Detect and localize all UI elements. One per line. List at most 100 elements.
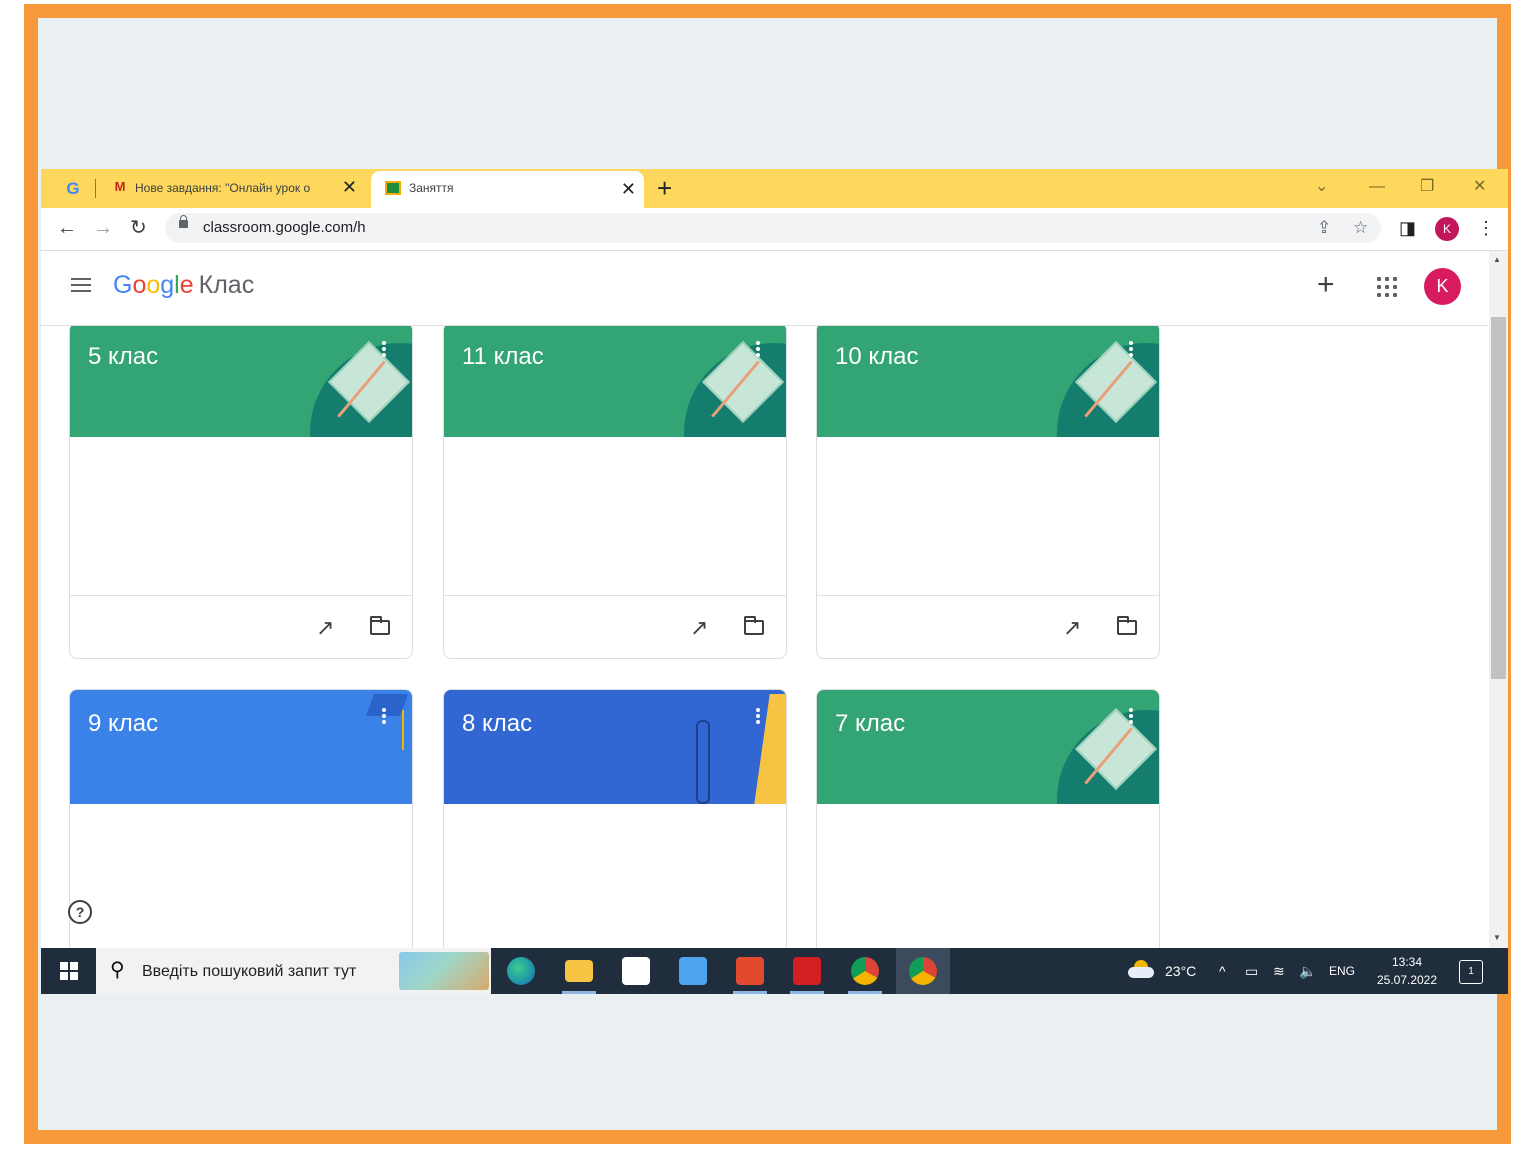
chrome-icon[interactable]	[851, 957, 879, 985]
class-name[interactable]: 9 клас	[88, 710, 158, 738]
restore-icon[interactable]: ❐	[1420, 175, 1434, 199]
file-explorer-icon[interactable]	[565, 960, 593, 982]
mail-icon[interactable]	[679, 957, 707, 985]
temperature[interactable]: 23°C	[1165, 963, 1196, 979]
battery-icon[interactable]: ▭	[1245, 961, 1258, 981]
classroom-icon	[385, 181, 401, 195]
class-card[interactable]: 7 клас	[816, 689, 1160, 948]
chrome-profile-icon[interactable]	[909, 957, 937, 985]
scroll-up-icon[interactable]: ▲	[1493, 255, 1501, 264]
minimize-icon[interactable]: —	[1369, 175, 1385, 199]
clock[interactable]: 13:34 25.07.2022	[1367, 953, 1447, 989]
weather-icon[interactable]	[1128, 960, 1154, 978]
search-placeholder[interactable]: Введіть пошуковий запит тут	[142, 963, 356, 981]
trending-icon[interactable]: ↗	[316, 616, 334, 640]
help-icon[interactable]: ?	[68, 900, 92, 924]
class-card-banner[interactable]: 5 клас	[70, 326, 412, 437]
windows-taskbar: ⚲ Введіть пошуковий запит тут 23°C ^ ▭ ≋…	[41, 948, 1508, 994]
class-card[interactable]: 11 клас ↗	[443, 326, 787, 659]
class-card-banner[interactable]: 10 клас	[817, 326, 1159, 437]
language-indicator[interactable]: ENG	[1329, 964, 1355, 978]
apps-grid-icon[interactable]	[1377, 277, 1397, 297]
account-avatar[interactable]: K	[1424, 268, 1461, 305]
time: 13:34	[1391, 955, 1423, 969]
class-options-icon[interactable]	[382, 341, 386, 357]
close-icon[interactable]: ✕	[342, 177, 357, 197]
notification-icon[interactable]: 1	[1459, 960, 1483, 984]
tab-separator	[95, 179, 96, 198]
class-options-icon[interactable]	[756, 341, 760, 357]
side-panel-icon[interactable]: ◨	[1399, 217, 1416, 239]
class-card[interactable]: 5 клас ↗	[69, 326, 413, 659]
url-text[interactable]: classroom.google.com/h	[203, 219, 366, 236]
edge-icon[interactable]	[507, 957, 535, 985]
create-join-class-button[interactable]: +	[1317, 268, 1335, 302]
class-card-body	[70, 804, 412, 948]
hamburger-menu-icon[interactable]	[71, 278, 91, 292]
new-tab-button[interactable]: +	[657, 174, 672, 202]
class-card-banner[interactable]: 9 клас	[70, 690, 412, 804]
class-card-banner[interactable]: 7 клас	[817, 690, 1159, 804]
class-options-icon[interactable]	[382, 708, 386, 724]
class-name[interactable]: 7 клас	[835, 710, 905, 738]
close-icon[interactable]: ✕	[621, 179, 636, 199]
tab-search-icon[interactable]: ⌄	[1315, 175, 1328, 199]
class-options-icon[interactable]	[756, 708, 760, 724]
class-card-banner[interactable]: 8 клас	[444, 690, 786, 804]
class-name[interactable]: 5 клас	[88, 343, 158, 371]
classroom-header: Google Клас + K	[41, 251, 1489, 326]
class-card-footer: ↗	[444, 596, 786, 658]
search-highlight-image[interactable]	[399, 952, 489, 990]
tab-classroom[interactable]: Заняття ✕	[371, 171, 644, 208]
scrollbar-thumb[interactable]	[1491, 317, 1506, 679]
trending-icon[interactable]: ↗	[690, 616, 708, 640]
chevron-up-icon[interactable]: ^	[1219, 961, 1226, 981]
store-icon[interactable]	[622, 957, 650, 985]
forward-icon[interactable]: →	[93, 216, 113, 240]
tab-gmail[interactable]: M Нове завдання: "Онлайн урок о ✕	[103, 169, 365, 208]
volume-icon[interactable]: 🔈	[1299, 961, 1316, 981]
class-card[interactable]: 9 клас	[69, 689, 413, 948]
trending-icon[interactable]: ↗	[1063, 616, 1081, 640]
product-name: Клас	[198, 271, 255, 299]
google-icon[interactable]: G	[63, 179, 83, 199]
gmail-icon: M	[114, 179, 126, 194]
class-card-banner[interactable]: 11 клас	[444, 326, 786, 437]
reload-icon[interactable]: ↻	[130, 216, 147, 240]
class-options-icon[interactable]	[1129, 341, 1133, 357]
folder-icon[interactable]	[370, 616, 390, 635]
lock-icon[interactable]	[179, 215, 188, 228]
class-card-footer: ↗	[817, 596, 1159, 658]
scroll-down-icon[interactable]: ▼	[1493, 933, 1501, 942]
share-icon[interactable]: ⇪	[1317, 217, 1331, 239]
acrobat-icon[interactable]	[793, 957, 821, 985]
powerpoint-icon[interactable]	[736, 957, 764, 985]
app-logo[interactable]: Google Клас	[113, 270, 254, 300]
class-name[interactable]: 8 клас	[462, 710, 532, 738]
close-window-icon[interactable]: ✕	[1473, 175, 1486, 199]
tab-title: Нове завдання: "Онлайн урок о	[135, 181, 311, 195]
more-menu-icon[interactable]: ⋮	[1477, 217, 1495, 239]
bookmark-star-icon[interactable]: ☆	[1353, 217, 1368, 239]
class-options-icon[interactable]	[1129, 708, 1133, 724]
profile-avatar[interactable]: K	[1435, 217, 1459, 241]
class-card[interactable]: 10 клас ↗	[816, 326, 1160, 659]
class-card-body	[444, 804, 786, 948]
screenshot: G M Нове завдання: "Онлайн урок о ✕ Заня…	[41, 169, 1508, 994]
class-name[interactable]: 11 клас	[462, 343, 544, 371]
class-card-body	[444, 437, 786, 596]
class-card-body	[817, 804, 1159, 948]
wifi-icon[interactable]: ≋	[1273, 961, 1285, 981]
class-card[interactable]: 8 клас	[443, 689, 787, 948]
folder-icon[interactable]	[1117, 616, 1137, 635]
omnibox[interactable]: classroom.google.com/h ⇪ ☆	[165, 213, 1381, 243]
back-icon[interactable]: ←	[57, 216, 77, 240]
browser-tab-strip: G M Нове завдання: "Онлайн урок о ✕ Заня…	[41, 169, 1508, 208]
search-icon: ⚲	[110, 959, 125, 981]
book-illustration-icon	[817, 690, 1159, 804]
folder-icon[interactable]	[744, 616, 764, 635]
class-name[interactable]: 10 клас	[835, 343, 918, 371]
windows-start-icon[interactable]	[60, 962, 78, 980]
running-indicator	[733, 991, 767, 994]
class-card-body	[817, 437, 1159, 596]
